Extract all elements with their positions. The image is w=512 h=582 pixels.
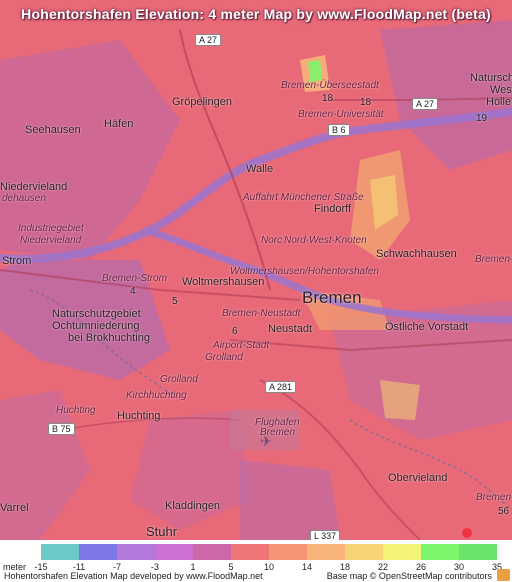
place-label: Huchting	[56, 405, 96, 416]
road-number: 6	[232, 326, 238, 337]
legend-swatch	[79, 544, 117, 560]
place-label: Stuhr	[146, 524, 178, 539]
place-label: Auffahrt Münchener Straße	[243, 192, 364, 203]
place-label: Grolland	[205, 352, 243, 363]
legend-swatch	[269, 544, 307, 560]
map-title-bar: Hohentorshafen Elevation: 4 meter Map by…	[0, 0, 512, 28]
legend-swatch	[231, 544, 269, 560]
legend-tick: 14	[301, 562, 312, 572]
place-label: Obervieland	[388, 472, 448, 484]
place-label: Strom	[2, 255, 32, 267]
legend-swatch	[155, 544, 193, 560]
footer-credit: Hohentorshafen Elevation Map developed b…	[4, 571, 263, 581]
place-label: Bremen-Neustadt	[222, 308, 301, 319]
place-label: Naturschu	[470, 72, 512, 84]
place-label: Varrel	[0, 502, 29, 514]
place-label: Häfen	[104, 118, 134, 130]
place-label: Nord-West-Knoten	[284, 235, 367, 246]
place-label: dehausen	[2, 193, 46, 204]
place-label: Norc	[261, 235, 283, 246]
place-label: Schwachhausen	[376, 248, 457, 260]
place-label: Östliche Vorstadt	[385, 321, 469, 333]
highway-shield: A 27	[195, 34, 222, 46]
legend-swatch	[421, 544, 459, 560]
place-label: Bremen	[302, 288, 362, 307]
road-number: 5	[172, 296, 178, 307]
road-number: 56	[498, 506, 510, 517]
footer-attribution: Base map © OpenStreetMap contributors	[326, 571, 492, 581]
place-label: Industriegebiet	[18, 223, 84, 234]
place-label: Ochtumniederung	[52, 320, 140, 332]
highway-shield: A 27	[412, 98, 439, 110]
place-label: Bremen	[260, 427, 296, 438]
place-label: Bremen-Universität	[298, 109, 384, 120]
place-label: bei Brokhuchting	[68, 332, 150, 344]
place-label: Holle	[486, 96, 512, 108]
place-label: Bremen-Strom	[102, 273, 168, 284]
place-label: Gröpelingen	[172, 96, 232, 108]
map-title: Hohentorshafen Elevation: 4 meter Map by…	[21, 6, 491, 22]
place-label: Grolland	[160, 374, 198, 385]
place-label: Findorff	[314, 203, 352, 215]
place-label: Woltmershausen/Hohentorshafen	[230, 266, 379, 277]
road-number: 19	[476, 113, 488, 124]
highway-shield: A 281	[265, 381, 297, 393]
legend-swatch	[345, 544, 383, 560]
place-label: Neustadt	[268, 323, 313, 335]
road-number: 4	[130, 286, 136, 297]
legend-swatch	[383, 544, 421, 560]
route-shield: B 75	[48, 423, 75, 435]
place-label: Bremen-Überseestadt	[281, 80, 379, 91]
place-label: Wes	[490, 84, 512, 96]
place-label: Walle	[246, 163, 274, 175]
place-label: Niedervieland	[0, 181, 68, 193]
place-label: Seehausen	[25, 124, 81, 136]
place-label: Niedervieland	[20, 235, 82, 246]
place-label: Naturschutzgebiet	[52, 308, 141, 320]
legend-swatch	[459, 544, 497, 560]
legend-swatch	[193, 544, 231, 560]
route-shield: B 6	[328, 124, 350, 136]
legend-swatch	[307, 544, 345, 560]
place-label: Airport-Stadt	[213, 340, 270, 351]
road-number: 18	[360, 97, 372, 108]
place-label: Kirchhuchting	[126, 390, 187, 401]
road-number: 18	[322, 93, 334, 104]
floodmap-logo-icon	[497, 569, 510, 581]
place-label: Huchting	[117, 410, 161, 422]
legend-swatch	[117, 544, 155, 560]
place-label: Kladdingen	[165, 500, 221, 512]
place-label: Bremen-A	[476, 492, 512, 503]
legend-swatch	[41, 544, 79, 560]
place-label: Bremen-I	[475, 254, 512, 265]
